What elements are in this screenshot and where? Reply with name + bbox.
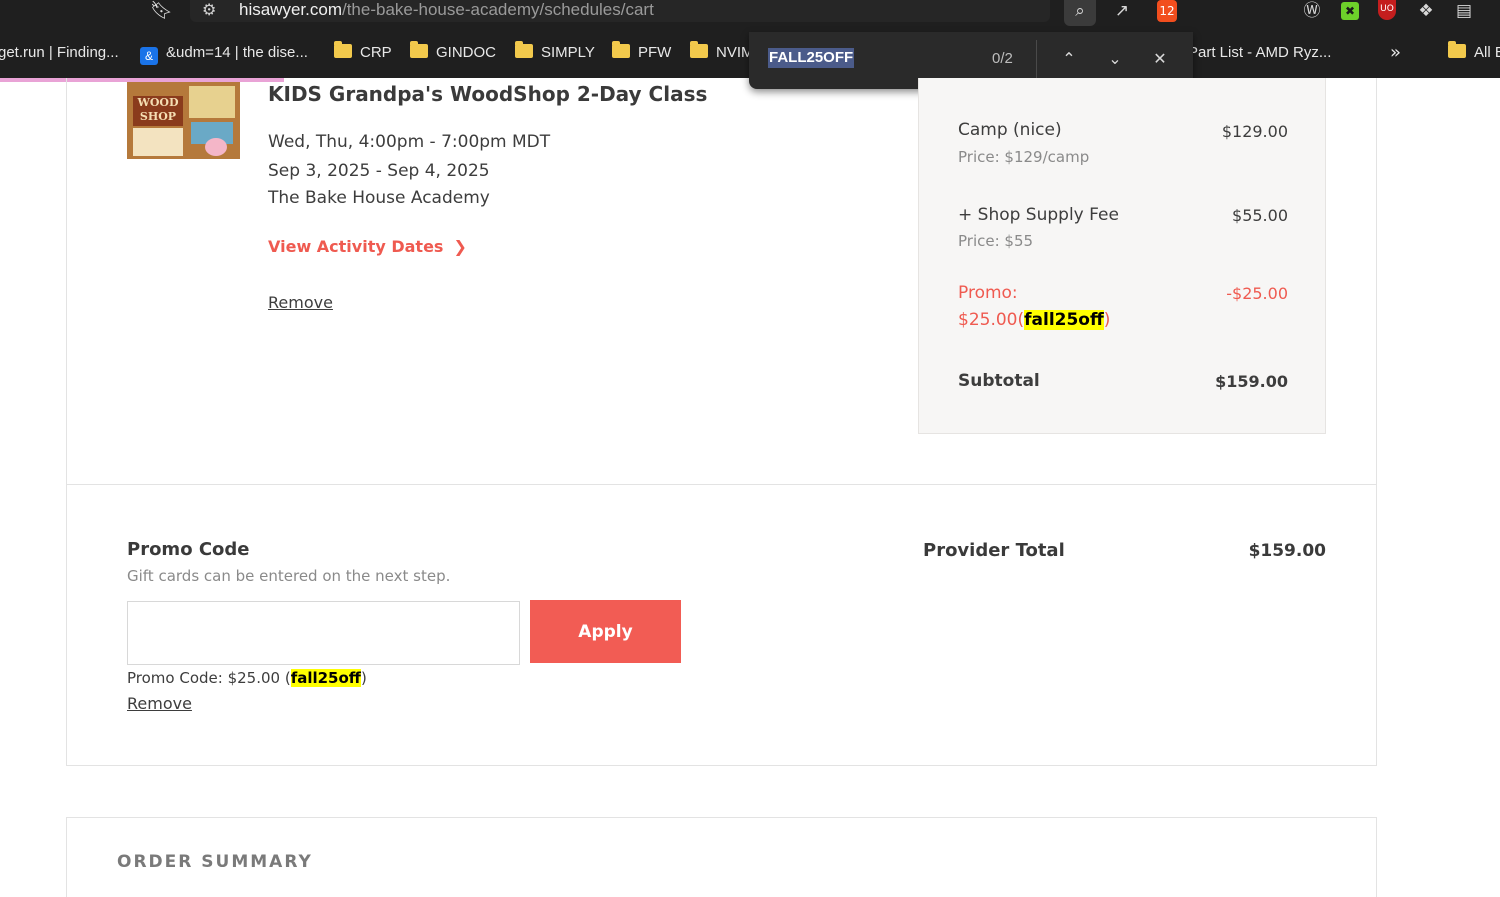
url-text[interactable]: hisawyer.com/the-bake-house-academy/sche… bbox=[239, 0, 654, 20]
promo-line-amount-text: $25.00( bbox=[958, 310, 1025, 330]
zoom-icon[interactable]: ⌕ bbox=[1064, 0, 1096, 26]
close-icon[interactable]: ✕ bbox=[1147, 46, 1173, 72]
applied-promo-suffix: ) bbox=[360, 669, 367, 687]
chevron-up-icon[interactable]: ⌃ bbox=[1056, 46, 1082, 72]
line-item-label: + Shop Supply Fee bbox=[958, 205, 1119, 225]
bookmark-label: NVIM bbox=[716, 44, 754, 61]
bookmark-folder[interactable]: All B bbox=[1448, 41, 1500, 63]
class-title[interactable]: KIDS Grandpa's WoodShop 2-Day Class bbox=[268, 82, 707, 106]
promo-help-text: Gift cards can be entered on the next st… bbox=[127, 567, 451, 585]
applied-promo-prefix: Promo Code: $25.00 ( bbox=[127, 669, 291, 687]
view-activity-dates-link[interactable]: View Activity Dates ❯ bbox=[268, 237, 467, 256]
find-match-count: 0/2 bbox=[992, 50, 1013, 67]
share-icon[interactable]: ↗ bbox=[1106, 0, 1138, 26]
thumbnail-badge bbox=[205, 138, 227, 156]
bookmark-label: get.run | Finding... bbox=[0, 44, 119, 61]
promo-heading: Promo Code bbox=[127, 539, 250, 560]
ublock-icon[interactable]: UO bbox=[1378, 0, 1396, 20]
bookmark-folder[interactable]: GINDOC bbox=[410, 41, 496, 63]
url-path: /the-bake-house-academy/schedules/cart bbox=[341, 0, 654, 19]
bookmark-icon[interactable]: 🔖︎ bbox=[150, 0, 173, 22]
bookmark-folder[interactable]: SIMPLY bbox=[515, 41, 595, 63]
line-item-amount: $55.00 bbox=[1232, 206, 1288, 225]
promo-line-detail: $25.00(fall25off) bbox=[958, 310, 1110, 330]
remove-promo-link[interactable]: Remove bbox=[127, 694, 192, 713]
remove-item-link[interactable]: Remove bbox=[268, 293, 333, 312]
provider-total-value: $159.00 bbox=[1248, 541, 1326, 561]
bookmark-folder[interactable]: PFW bbox=[612, 41, 672, 63]
wordpress-icon[interactable]: Ⓦ bbox=[1296, 0, 1328, 26]
folder-icon bbox=[1448, 41, 1466, 58]
brave-icon[interactable]: 12 bbox=[1157, 0, 1177, 22]
bookmark-label: SIMPLY bbox=[541, 44, 595, 61]
reading-list-icon[interactable]: ▤ bbox=[1448, 0, 1480, 26]
folder-icon bbox=[334, 41, 352, 58]
bookmark-label: PFW bbox=[638, 44, 672, 61]
promo-line-code: fall25off bbox=[1024, 310, 1104, 330]
class-dates: Sep 3, 2025 - Sep 4, 2025 bbox=[268, 161, 490, 181]
folder-icon bbox=[690, 41, 708, 58]
chevron-down-icon[interactable]: ⌄ bbox=[1102, 46, 1128, 72]
bookmark-item[interactable]: & &udm=14 | the dise... bbox=[140, 43, 308, 65]
thumbnail-logo: WOOD SHOP bbox=[133, 96, 183, 126]
provider-total-label: Provider Total bbox=[923, 540, 1065, 561]
line-item-label: Camp (nice) bbox=[958, 120, 1062, 140]
bookmark-label: &udm=14 | the dise... bbox=[166, 44, 308, 61]
apply-button[interactable]: Apply bbox=[530, 600, 681, 663]
chevron-right-icon: ❯ bbox=[453, 237, 467, 256]
view-dates-label: View Activity Dates bbox=[268, 237, 444, 256]
folder-icon bbox=[410, 41, 428, 58]
bookmark-label: All B bbox=[1474, 44, 1500, 61]
class-schedule: Wed, Thu, 4:00pm - 7:00pm MDT bbox=[268, 132, 551, 152]
promo-line-close: ) bbox=[1103, 310, 1111, 330]
promo-code-input[interactable] bbox=[127, 601, 520, 665]
extension-green-icon[interactable]: ✖ bbox=[1341, 2, 1359, 20]
class-thumbnail[interactable]: WOOD SHOP bbox=[127, 82, 240, 159]
bookmark-folder[interactable]: NVIM bbox=[690, 41, 754, 63]
puzzle-icon[interactable]: ❖ bbox=[1410, 0, 1442, 26]
promo-line-label: Promo: bbox=[958, 283, 1018, 303]
bookmark-item[interactable]: get.run | Finding... bbox=[0, 43, 119, 63]
bookmarks-overflow-icon[interactable]: » bbox=[1390, 42, 1401, 63]
site-settings-icon[interactable]: ⚙ bbox=[202, 0, 216, 19]
folder-icon bbox=[515, 41, 533, 58]
line-item-price: Price: $55 bbox=[958, 232, 1034, 250]
line-item-amount: $129.00 bbox=[1221, 122, 1288, 141]
bookmark-folder[interactable]: CRP bbox=[334, 41, 392, 63]
class-provider: The Bake House Academy bbox=[268, 188, 490, 208]
bookmark-label: CRP bbox=[360, 44, 392, 61]
url-host: hisawyer.com bbox=[239, 0, 342, 19]
applied-promo-code: fall25off bbox=[290, 669, 361, 687]
thumbnail-panel bbox=[189, 86, 235, 118]
line-item-price: Price: $129/camp bbox=[958, 148, 1090, 166]
folder-icon bbox=[612, 41, 630, 58]
order-summary-heading: ORDER SUMMARY bbox=[117, 852, 313, 872]
promo-line-amount: -$25.00 bbox=[1226, 284, 1288, 303]
bookmark-label: GINDOC bbox=[436, 44, 496, 61]
find-divider bbox=[1036, 40, 1037, 80]
subtotal-amount: $159.00 bbox=[1215, 372, 1288, 391]
bookmark-label: Part List - AMD Ryz... bbox=[1188, 44, 1332, 61]
bookmark-item[interactable]: Part List - AMD Ryz... bbox=[1188, 43, 1331, 63]
browser-toolbar: 🔖︎ ⚙ hisawyer.com/the-bake-house-academy… bbox=[0, 0, 1500, 32]
find-input[interactable]: FALL25OFF bbox=[768, 48, 855, 68]
subtotal-label: Subtotal bbox=[958, 371, 1040, 391]
applied-promo: Promo Code: $25.00 (fall25off) bbox=[127, 669, 367, 687]
google-icon: & bbox=[140, 47, 158, 65]
thumbnail-panel bbox=[133, 128, 183, 156]
